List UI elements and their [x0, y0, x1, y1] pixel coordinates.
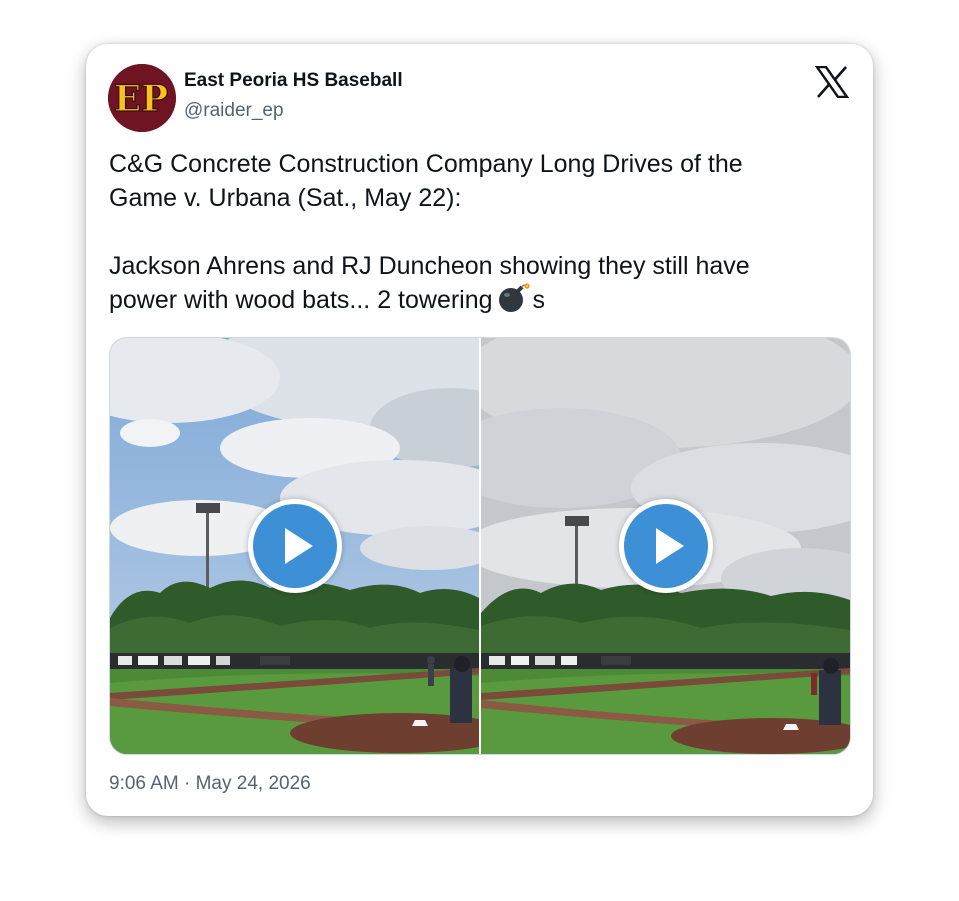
tweet-text-suffix: s [532, 286, 546, 314]
author-name[interactable]: East Peoria HS Baseball [184, 70, 403, 92]
tweet-timestamp[interactable]: 9:06 AM · May 24, 2026 [109, 773, 311, 795]
tweet-text: C&G Concrete Construction Company Long D… [109, 147, 854, 317]
avatar-letters: EP [114, 78, 169, 120]
tweet-text-line: Jackson Ahrens and RJ Duncheon showing t… [109, 252, 750, 280]
play-button[interactable] [619, 499, 713, 593]
media-grid [109, 337, 851, 755]
author-handle[interactable]: @raider_ep [184, 100, 284, 122]
play-button[interactable] [248, 499, 342, 593]
bomb-icon [498, 283, 530, 312]
tweet-text-line: Game v. Urbana (Sat., May 22): [109, 184, 462, 212]
video-thumbnail[interactable] [481, 338, 850, 754]
tweet-text-line: power with wood bats... 2 towering [109, 286, 493, 314]
tweet-text-line: C&G Concrete Construction Company Long D… [109, 150, 743, 178]
video-thumbnail[interactable] [110, 338, 479, 754]
x-logo-icon[interactable] [815, 66, 849, 98]
play-icon [656, 528, 684, 564]
tweet-card: EP East Peoria HS Baseball @raider_ep C&… [86, 44, 873, 816]
avatar-logo: EP [108, 64, 176, 132]
avatar[interactable]: EP [108, 64, 176, 132]
play-icon [285, 528, 313, 564]
tweet-text-line-last: power with wood bats... 2 towering s [109, 283, 854, 317]
